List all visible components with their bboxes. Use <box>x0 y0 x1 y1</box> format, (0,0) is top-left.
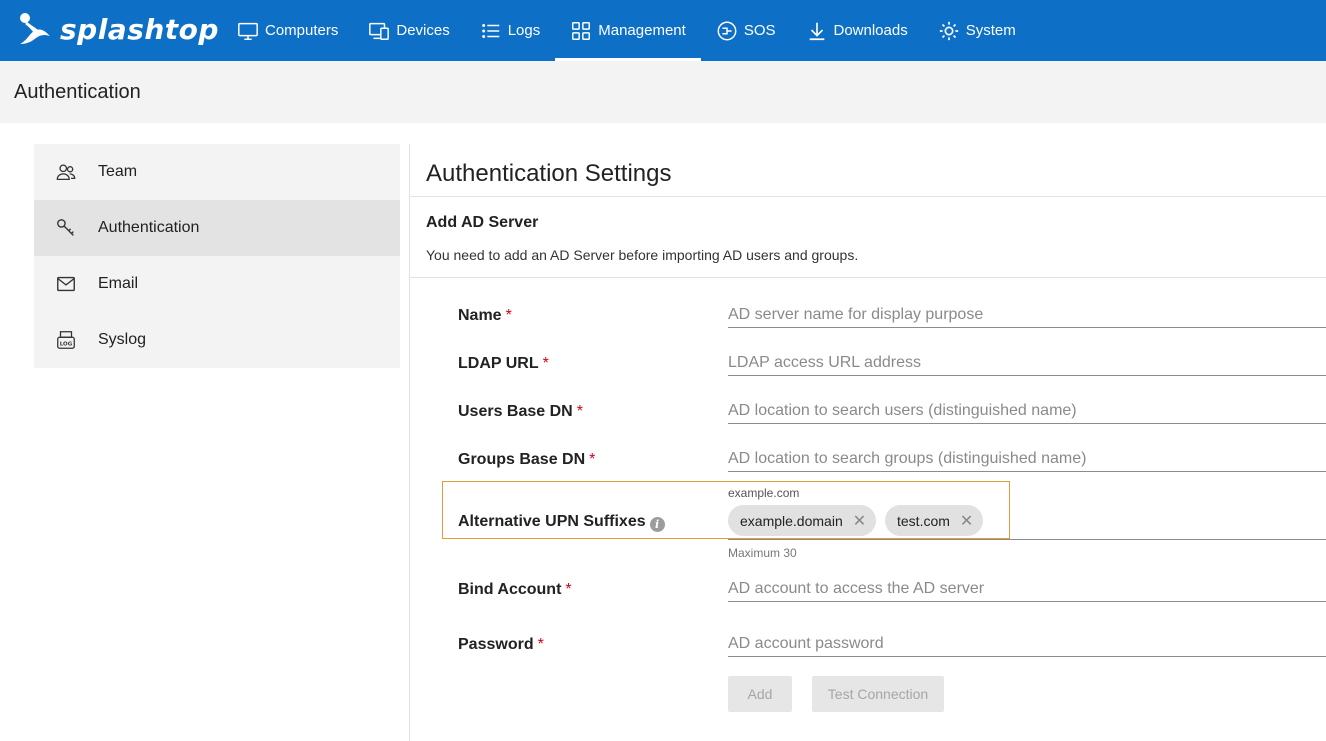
nav-devices[interactable]: Devices <box>353 0 464 61</box>
team-icon <box>56 164 76 180</box>
users-base-dn-label: Users Base DN * <box>458 403 583 421</box>
chip-label: example.domain <box>740 512 843 529</box>
sidebar-item-email[interactable]: Email <box>34 256 400 312</box>
sidebar-item-label: Authentication <box>98 219 200 236</box>
list-icon <box>481 23 499 38</box>
upn-max-hint: Maximum 30 <box>728 546 797 560</box>
sidebar: Team Authentication Email LOG Syslog <box>34 144 400 368</box>
name-input[interactable] <box>728 302 1326 328</box>
required-mark: * <box>505 307 512 324</box>
users-base-dn-label-text: Users Base DN <box>458 403 573 420</box>
remove-chip-icon[interactable]: ✕ <box>853 511 866 531</box>
sidebar-item-team[interactable]: Team <box>34 144 400 200</box>
nav-computers[interactable]: Computers <box>222 0 353 61</box>
name-label-text: Name <box>458 307 502 324</box>
nav-system[interactable]: System <box>923 0 1031 61</box>
main-nav: Computers Devices Logs Management SOS Do… <box>222 0 1031 61</box>
upn-label-text: Alternative UPN Suffixes <box>458 513 646 530</box>
upn-chip: example.domain ✕ <box>728 505 877 536</box>
sidebar-item-label: Email <box>98 275 139 292</box>
test-connection-button[interactable]: Test Connection <box>812 676 944 712</box>
subsection-title: Add AD Server <box>426 214 539 231</box>
groups-base-dn-label-text: Groups Base DN <box>458 451 586 468</box>
password-input[interactable] <box>728 631 1326 657</box>
nav-downloads[interactable]: Downloads <box>791 0 923 61</box>
required-mark: * <box>537 636 544 653</box>
divider <box>410 277 1326 278</box>
password-label-text: Password <box>458 636 534 653</box>
divider <box>410 196 1326 197</box>
svg-text:LOG: LOG <box>60 342 73 348</box>
panel-divider <box>409 144 410 741</box>
remove-chip-icon[interactable]: ✕ <box>960 511 973 531</box>
password-label: Password * <box>458 636 544 654</box>
nav-label: Logs <box>507 22 541 39</box>
upn-label: Alternative UPN Suffixes i <box>458 513 665 532</box>
ldap-url-label-text: LDAP URL <box>458 355 539 372</box>
sidebar-item-label: Syslog <box>98 331 147 348</box>
chip-label: test.com <box>897 512 950 529</box>
gear-icon <box>939 21 958 40</box>
splashtop-logo-icon <box>20 13 50 44</box>
log-icon: LOG <box>57 331 75 349</box>
nav-label: Computers <box>265 22 339 39</box>
brand-name: splashtop <box>60 12 219 46</box>
bind-account-label: Bind Account * <box>458 581 572 599</box>
grid-icon <box>572 21 591 40</box>
bind-account-label-text: Bind Account <box>458 581 562 598</box>
nav-logs[interactable]: Logs <box>465 0 556 61</box>
upn-chip: test.com ✕ <box>885 505 984 536</box>
groups-base-dn-input[interactable] <box>728 446 1326 472</box>
top-nav-bar: splashtop Computers Devices Logs Managem… <box>0 0 1326 61</box>
upn-input-underline[interactable] <box>728 539 1326 540</box>
monitor-icon <box>238 22 258 40</box>
section-title: Authentication Settings <box>426 160 672 187</box>
required-mark: * <box>565 581 572 598</box>
key-icon <box>57 219 74 236</box>
page-header: Authentication <box>0 61 1326 123</box>
sidebar-item-syslog[interactable]: LOG Syslog <box>34 312 400 368</box>
name-label: Name * <box>458 307 512 325</box>
nav-label: SOS <box>743 22 776 39</box>
add-button[interactable]: Add <box>728 676 792 712</box>
info-icon[interactable]: i <box>649 517 665 532</box>
sos-icon <box>717 21 737 40</box>
mail-icon <box>57 276 75 292</box>
required-mark: * <box>589 451 596 468</box>
ldap-url-label: LDAP URL * <box>458 355 549 373</box>
sidebar-item-authentication[interactable]: Authentication <box>34 200 400 256</box>
nav-label: Management <box>598 22 686 39</box>
nav-sos[interactable]: SOS <box>701 0 791 61</box>
nav-label: Devices <box>396 22 450 39</box>
groups-base-dn-label: Groups Base DN * <box>458 451 595 469</box>
sidebar-item-label: Team <box>98 163 138 180</box>
subsection-description: You need to add an AD Server before impo… <box>426 247 859 263</box>
nav-label: Downloads <box>833 22 908 39</box>
required-mark: * <box>542 355 549 372</box>
ldap-url-input[interactable] <box>728 350 1326 376</box>
devices-icon <box>369 22 390 40</box>
nav-label: System <box>965 22 1016 39</box>
page-title: Authentication <box>14 81 141 103</box>
required-mark: * <box>576 403 583 420</box>
download-icon <box>809 22 824 40</box>
nav-management[interactable]: Management <box>555 0 701 61</box>
users-base-dn-input[interactable] <box>728 398 1326 424</box>
splashtop-logo[interactable]: splashtop <box>14 10 219 50</box>
upn-placeholder-hint: example.com <box>728 486 800 500</box>
bind-account-input[interactable] <box>728 576 1326 602</box>
